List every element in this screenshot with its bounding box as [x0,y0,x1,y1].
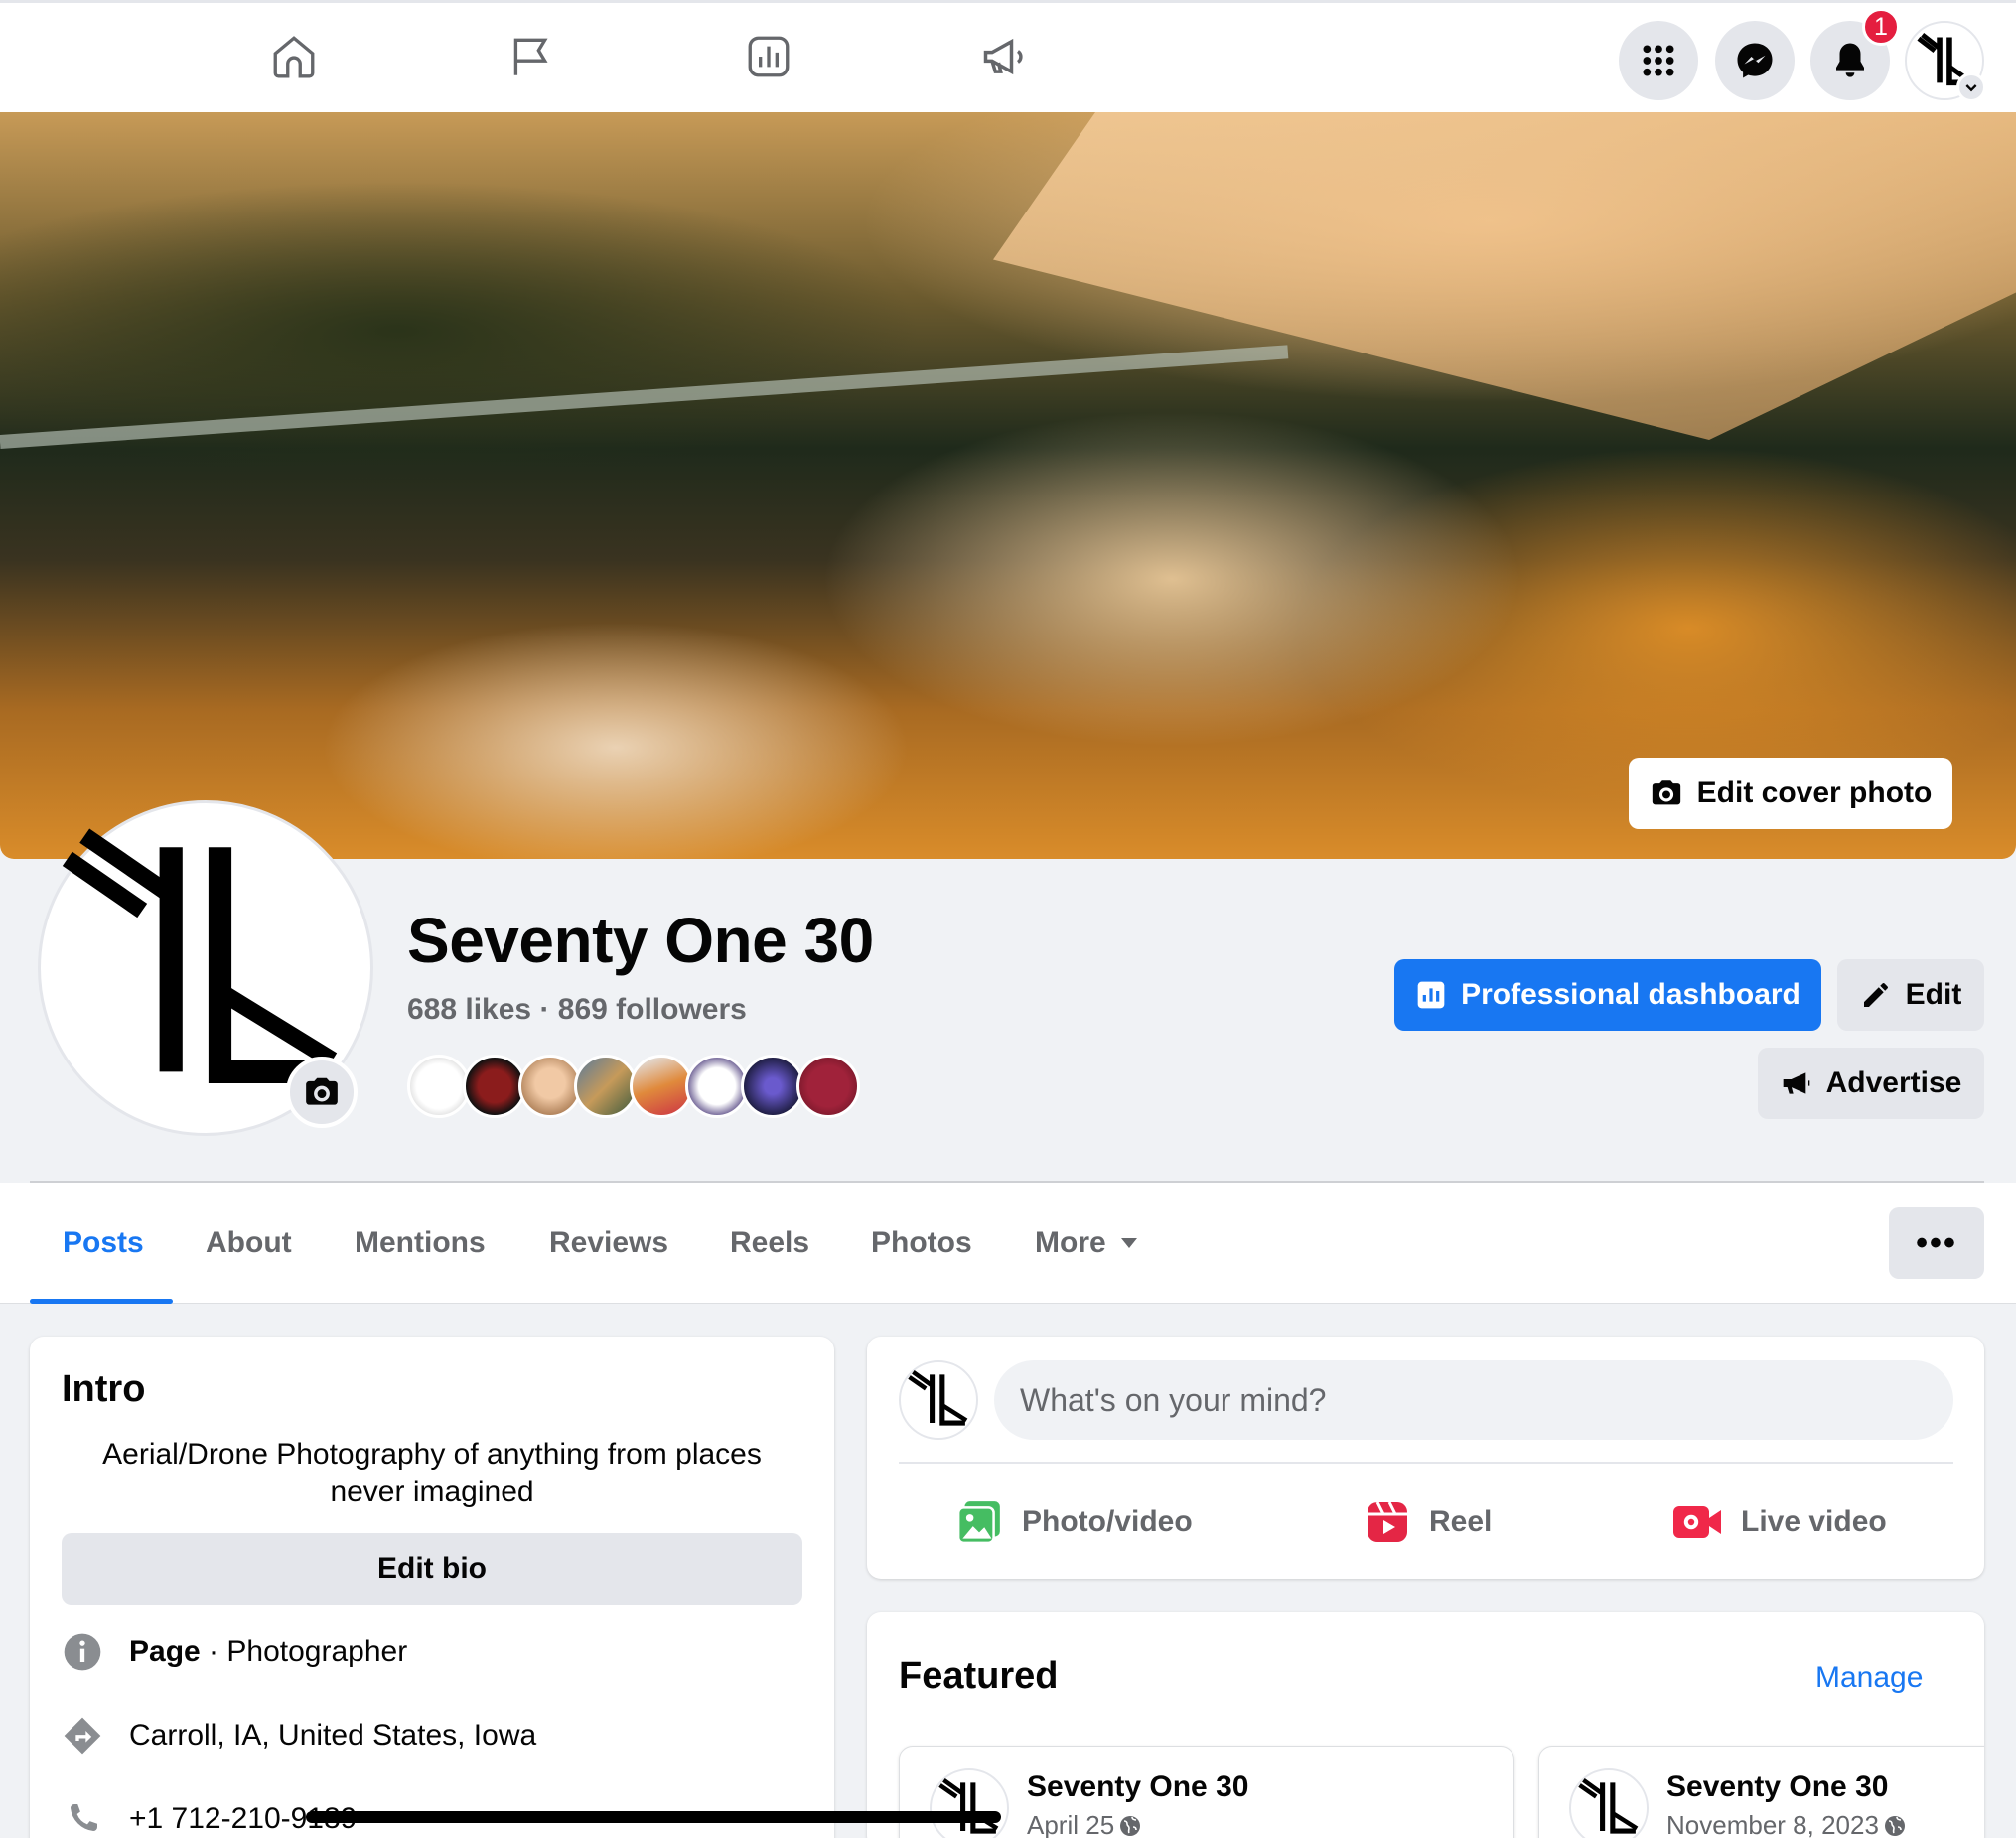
info-icon [62,1631,103,1673]
messenger-icon[interactable] [1715,21,1795,100]
camera-icon [1652,780,1680,805]
menu-grid-icon[interactable] [1619,21,1698,100]
photo-video-button[interactable]: Photo/video [954,1487,1193,1557]
tab-reels[interactable]: Reels [730,1183,809,1304]
composer-divider [899,1462,1953,1464]
follower-avatar[interactable] [574,1055,638,1118]
follower-avatar[interactable] [630,1055,693,1118]
tab-mentions[interactable]: Mentions [355,1183,486,1304]
notification-badge: 1 [1862,8,1900,46]
featured-post[interactable]: Seventy One 30 April 25 [899,1746,1514,1838]
insights-icon[interactable] [741,29,796,84]
photo-video-label: Photo/video [1022,1505,1193,1538]
photo-icon [956,1501,1000,1545]
page-tabs: Posts About Mentions Reviews Reels Photo… [0,1183,2016,1304]
edit-page-label: Edit [1905,978,1962,1011]
advertise-label: Advertise [1825,1066,1962,1099]
cover-photo [0,112,2016,859]
intro-bio: Aerial/Drone Photography of anything fro… [102,1438,762,1508]
featured-post[interactable]: Seventy One 30 November 8, 2023 [1538,1746,1984,1838]
edit-bio-button[interactable]: Edit bio [62,1533,802,1605]
top-navigation-bar: 1 [0,0,2016,112]
reel-label: Reel [1429,1505,1493,1538]
globe-icon [1120,1815,1141,1836]
intro-title: Intro [62,1368,146,1410]
change-profile-picture-button[interactable] [286,1057,358,1128]
megaphone-icon[interactable] [977,29,1033,84]
page-title: Seventy One 30 [407,905,874,976]
composer-avatar[interactable] [899,1360,978,1440]
page-stats[interactable]: 688 likes · 869 followers [407,993,747,1027]
ellipsis-icon: ••• [1916,1223,1957,1262]
edit-cover-label: Edit cover photo [1696,777,1933,809]
category-value: · Photographer [200,1635,408,1668]
more-options-button[interactable]: ••• [1889,1207,1984,1279]
live-video-icon [1673,1506,1721,1538]
follower-avatar[interactable] [518,1055,582,1118]
follower-avatar[interactable] [796,1055,860,1118]
cover-field-area [993,112,2016,440]
globe-icon [1884,1815,1905,1836]
post-author-avatar[interactable] [1569,1768,1649,1838]
reel-button[interactable]: Reel [1364,1487,1492,1557]
featured-card: Featured Manage Seventy One 30 April 25 … [867,1612,1984,1838]
post-author-name[interactable]: Seventy One 30 [1027,1770,1248,1804]
edit-page-button[interactable]: Edit [1837,959,1984,1031]
advertise-button[interactable]: Advertise [1758,1048,1984,1119]
status-input[interactable]: What's on your mind? [994,1360,1953,1440]
tab-posts[interactable]: Posts [63,1183,144,1304]
pencil-icon [1863,983,1888,1007]
phone-icon [62,1798,103,1838]
tab-photos[interactable]: Photos [871,1183,972,1304]
follower-avatars[interactable] [407,1055,860,1118]
camera-icon [306,1077,338,1105]
directions-icon [62,1715,103,1757]
reel-icon [1368,1501,1407,1542]
live-video-label: Live video [1741,1505,1887,1538]
follower-avatar[interactable] [741,1055,804,1118]
tab-more[interactable]: More [1035,1183,1138,1304]
location-text[interactable]: Carroll, IA, United States, Iowa [129,1719,536,1753]
intro-card: Intro Aerial/Drone Photography of anythi… [30,1337,834,1838]
active-tab-indicator [30,1299,173,1304]
cover-road [0,345,1289,449]
caret-down-icon [1120,1238,1137,1248]
follower-avatar[interactable] [685,1055,749,1118]
tab-reviews[interactable]: Reviews [549,1183,668,1304]
dashboard-icon [1417,981,1445,1009]
post-date: April 25 [1027,1810,1142,1838]
professional-dashboard-button[interactable]: Professional dashboard [1394,959,1821,1031]
follower-avatar[interactable] [463,1055,526,1118]
chevron-down-icon[interactable] [1956,72,1986,102]
post-author-avatar[interactable] [930,1768,1009,1838]
category-type: Page [129,1635,201,1668]
featured-title: Featured [899,1655,1059,1697]
manage-featured-link[interactable]: Manage [1815,1661,1923,1695]
home-icon[interactable] [266,29,322,84]
post-composer: What's on your mind? Photo/video Reel Li… [867,1337,1984,1579]
post-author-name[interactable]: Seventy One 30 [1666,1770,1888,1804]
intro-location: Carroll, IA, United States, Iowa [62,1714,536,1758]
megaphone-icon [1783,1072,1809,1094]
tab-about[interactable]: About [206,1183,292,1304]
professional-dashboard-label: Professional dashboard [1461,978,1800,1011]
follower-avatar[interactable] [407,1055,471,1118]
edit-cover-photo-button[interactable]: Edit cover photo [1629,758,1952,829]
flag-icon[interactable] [503,29,558,84]
intro-category: Page · Photographer [62,1630,407,1674]
live-video-button[interactable]: Live video [1671,1487,1887,1557]
post-date: November 8, 2023 [1666,1810,1907,1838]
home-indicator [306,1811,1001,1823]
